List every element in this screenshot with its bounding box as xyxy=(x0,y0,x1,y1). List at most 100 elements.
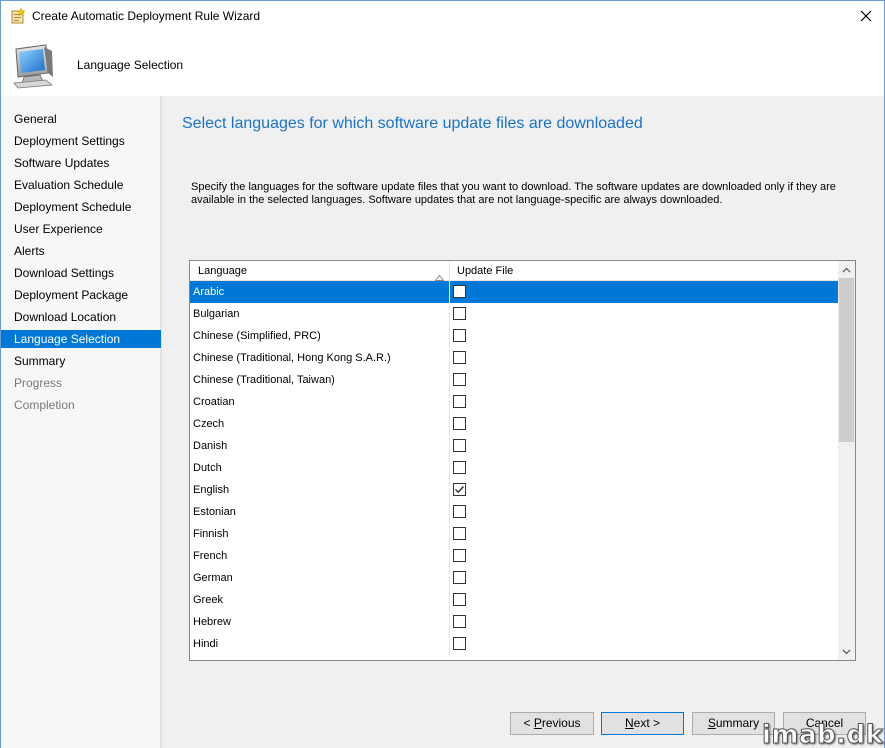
table-row[interactable]: Chinese (Traditional, Taiwan) xyxy=(190,369,838,391)
wizard-window: Create Automatic Deployment Rule Wizard xyxy=(0,0,885,748)
sidebar-item-evaluation-schedule[interactable]: Evaluation Schedule xyxy=(1,176,161,194)
sidebar-item-alerts[interactable]: Alerts xyxy=(1,242,161,260)
update-file-checkbox[interactable] xyxy=(453,461,466,474)
sidebar-item-deployment-package[interactable]: Deployment Package xyxy=(1,286,161,304)
update-file-checkbox[interactable] xyxy=(453,417,466,430)
grid-header: Language Update File xyxy=(190,261,838,281)
update-file-checkbox[interactable] xyxy=(453,505,466,518)
table-row[interactable]: Chinese (Simplified, PRC) xyxy=(190,325,838,347)
update-file-checkbox[interactable] xyxy=(453,593,466,606)
update-file-checkbox[interactable] xyxy=(453,549,466,562)
update-file-checkbox[interactable] xyxy=(453,395,466,408)
update-file-checkbox[interactable] xyxy=(453,351,466,364)
wizard-icon xyxy=(10,7,26,24)
scroll-down-button[interactable] xyxy=(838,643,855,660)
previous-button[interactable]: < Previous xyxy=(510,712,594,735)
language-name: Hindi xyxy=(193,638,219,650)
column-divider xyxy=(449,413,450,435)
window-title: Create Automatic Deployment Rule Wizard xyxy=(32,9,261,23)
header-title: Language Selection xyxy=(77,58,184,72)
table-row[interactable]: Estonian xyxy=(190,501,838,523)
watermark: imab.dk xyxy=(761,720,884,748)
language-name: Croatian xyxy=(193,396,235,408)
checkmark-icon xyxy=(455,486,464,494)
page-content: Select languages for which software upda… xyxy=(164,96,884,686)
table-row[interactable]: Danish xyxy=(190,435,838,457)
scrollbar-thumb[interactable] xyxy=(839,278,854,442)
language-name: Estonian xyxy=(193,506,236,518)
column-divider xyxy=(449,325,450,347)
column-divider xyxy=(449,457,450,479)
update-file-checkbox[interactable] xyxy=(453,637,466,650)
column-header-update-file[interactable]: Update File xyxy=(450,261,838,281)
table-row[interactable]: Bulgarian xyxy=(190,303,838,325)
language-name: Danish xyxy=(193,440,228,452)
column-divider xyxy=(449,523,450,545)
column-divider xyxy=(449,589,450,611)
grid-rows: Arabic Bulgarian Chinese (Simplified, PRC)… xyxy=(190,281,838,660)
update-file-checkbox[interactable] xyxy=(453,527,466,540)
next-button[interactable]: Next > xyxy=(601,712,684,735)
language-name: English xyxy=(193,484,230,496)
update-file-checkbox[interactable] xyxy=(453,285,466,298)
sidebar-item-summary[interactable]: Summary xyxy=(1,352,161,370)
table-row[interactable]: Finnish xyxy=(190,523,838,545)
table-row[interactable]: Czech xyxy=(190,413,838,435)
chevron-up-icon xyxy=(842,267,851,272)
scroll-up-button[interactable] xyxy=(838,261,855,278)
column-divider xyxy=(449,611,450,633)
language-name: Greek xyxy=(193,594,223,606)
table-row[interactable]: Chinese (Traditional, Hong Kong S.A.R.) xyxy=(190,347,838,369)
update-file-checkbox[interactable] xyxy=(453,571,466,584)
wizard-header: Language Selection xyxy=(1,32,884,96)
column-divider xyxy=(449,545,450,567)
column-divider xyxy=(449,369,450,391)
table-row[interactable]: Dutch xyxy=(190,457,838,479)
column-divider xyxy=(449,633,450,655)
table-row[interactable]: German xyxy=(190,567,838,589)
table-row[interactable]: Greek xyxy=(190,589,838,611)
vertical-scrollbar[interactable] xyxy=(838,261,855,660)
update-file-checkbox[interactable] xyxy=(453,329,466,342)
column-divider xyxy=(449,303,450,325)
update-file-checkbox[interactable] xyxy=(453,307,466,320)
sidebar-item-language-selection[interactable]: Language Selection xyxy=(1,330,161,348)
sidebar-item-general[interactable]: General xyxy=(1,110,161,128)
language-name: Arabic xyxy=(193,286,225,298)
close-button[interactable] xyxy=(849,1,883,31)
language-name: Chinese (Traditional, Hong Kong S.A.R.) xyxy=(193,352,391,364)
column-divider xyxy=(449,347,450,369)
language-name: Chinese (Simplified, PRC) xyxy=(193,330,321,342)
language-name: Czech xyxy=(193,418,225,430)
page-title: Select languages for which software upda… xyxy=(182,115,643,132)
language-name: Hebrew xyxy=(193,616,231,628)
update-file-checkbox[interactable] xyxy=(453,615,466,628)
sidebar-item-user-experience[interactable]: User Experience xyxy=(1,220,161,238)
update-file-checkbox[interactable] xyxy=(453,483,466,496)
language-name: Chinese (Traditional, Taiwan) xyxy=(193,374,335,386)
language-name: Dutch xyxy=(193,462,222,474)
table-row[interactable]: Hindi xyxy=(190,633,838,655)
table-row[interactable]: Arabic xyxy=(190,281,838,303)
chevron-down-icon xyxy=(842,649,851,654)
wizard-steps-sidebar: General Deployment Settings Software Upd… xyxy=(1,96,162,748)
sidebar-item-download-location[interactable]: Download Location xyxy=(1,308,161,326)
update-file-checkbox[interactable] xyxy=(453,439,466,452)
sidebar-item-deployment-settings[interactable]: Deployment Settings xyxy=(1,132,161,150)
column-header-language-label: Language xyxy=(198,265,247,277)
column-header-language[interactable]: Language xyxy=(190,261,450,281)
sidebar-item-completion: Completion xyxy=(14,398,75,412)
language-name: German xyxy=(193,572,233,584)
update-file-checkbox[interactable] xyxy=(453,373,466,386)
language-name: Finnish xyxy=(193,528,229,540)
sidebar-item-deployment-schedule[interactable]: Deployment Schedule xyxy=(1,198,161,216)
table-row[interactable]: English xyxy=(190,479,838,501)
sidebar-item-software-updates[interactable]: Software Updates xyxy=(1,154,161,172)
table-row[interactable]: Hebrew xyxy=(190,611,838,633)
sidebar-item-progress: Progress xyxy=(14,376,63,390)
table-row[interactable]: French xyxy=(190,545,838,567)
table-row[interactable]: Croatian xyxy=(190,391,838,413)
sidebar-item-download-settings[interactable]: Download Settings xyxy=(1,264,161,282)
column-divider xyxy=(449,479,450,501)
language-name: Bulgarian xyxy=(193,308,240,320)
